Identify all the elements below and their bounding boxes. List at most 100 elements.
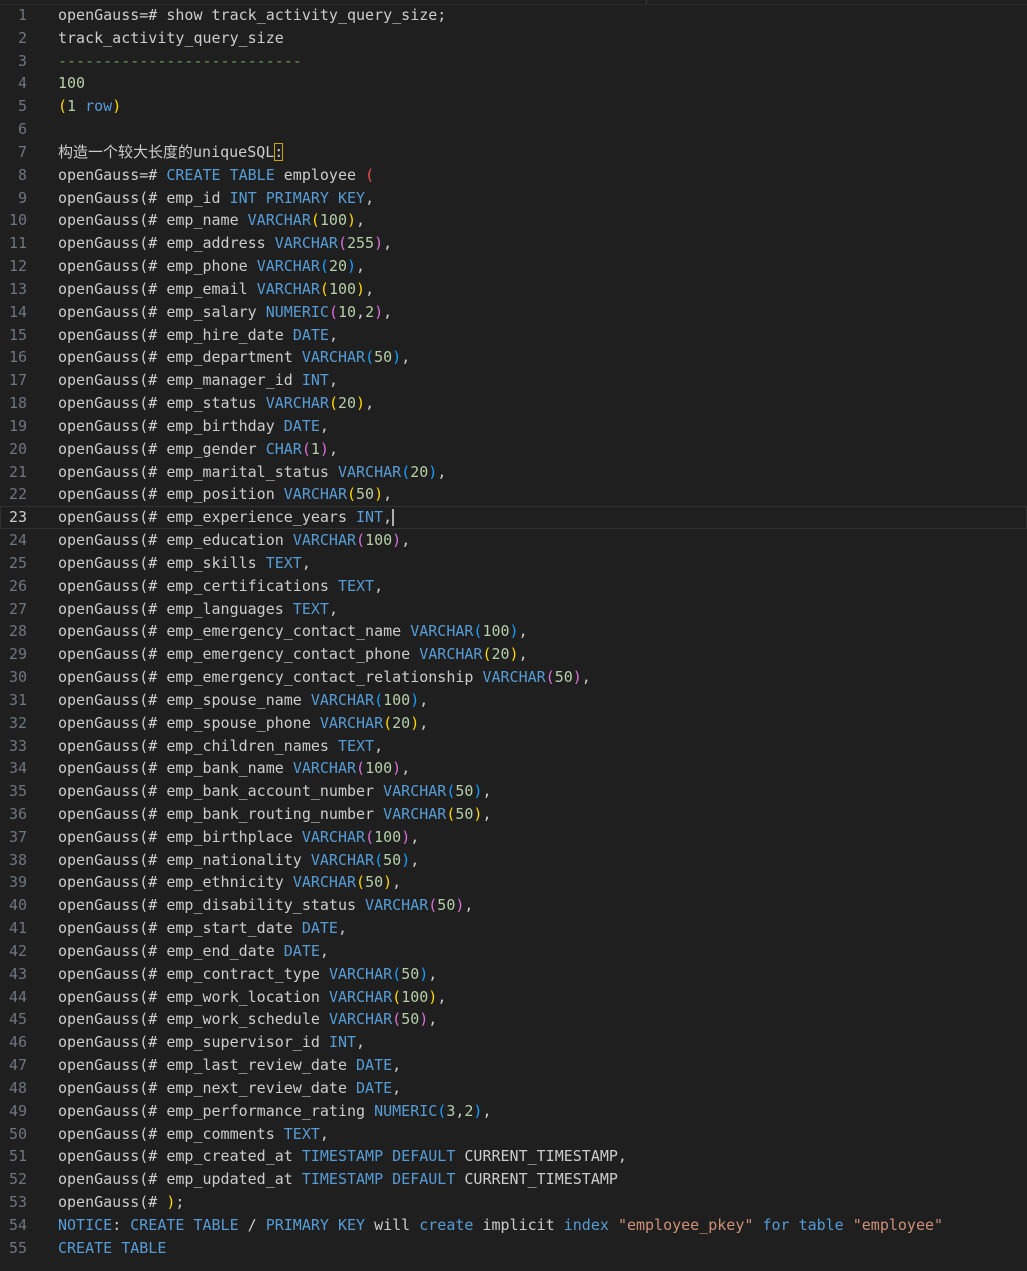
code-token: NOTICE [58,1215,113,1234]
code-line[interactable]: 18 openGauss(# emp_status VARCHAR(20), [0,392,1027,415]
code-line[interactable]: 43 openGauss(# emp_contract_type VARCHAR(… [0,963,1027,986]
line-code: openGauss(# emp_supervisor_id INT, [58,1031,365,1054]
code-token: VARCHAR [482,668,546,687]
code-line[interactable]: 1 openGauss=# show track_activity_query_s… [0,4,1027,27]
code-line[interactable]: 39 openGauss(# emp_ethnicity VARCHAR(50), [0,871,1027,894]
code-line[interactable]: 25 openGauss(# emp_skills TEXT, [0,552,1027,575]
code-token: openGauss(# emp_bank_routing_number [58,804,384,823]
code-line[interactable]: 4 100 [0,72,1027,95]
code-token: , [365,188,375,207]
code-token: uniqueSQL [193,142,275,161]
code-token: , [356,302,366,321]
code-token: PRIMARY [265,188,329,207]
line-code: openGauss(# emp_salary NUMERIC(10,2), [58,301,392,324]
code-line[interactable]: 24 openGauss(# emp_education VARCHAR(100)… [0,529,1027,552]
line-number: 46 [8,1033,27,1052]
code-line[interactable]: 35 openGauss(# emp_bank_account_number VA… [0,780,1027,803]
line-code: openGauss(# emp_contract_type VARCHAR(50… [58,963,437,986]
code-token: , [319,941,329,960]
code-line[interactable]: 40 openGauss(# emp_disability_status VARC… [0,894,1027,917]
code-line[interactable]: 13 openGauss(# emp_email VARCHAR(100), [0,278,1027,301]
code-line[interactable]: 29 openGauss(# emp_emergency_contact_phon… [0,643,1027,666]
code-token: ) [347,257,357,276]
code-token: VARCHAR [292,759,357,778]
code-token: DATE [356,1078,393,1097]
code-line[interactable]: 3 --------------------------- [0,50,1027,73]
code-line[interactable]: 14 openGauss(# emp_salary NUMERIC(10,2), [0,301,1027,324]
code-line[interactable]: 54 NOTICE: CREATE TABLE / PRIMARY KEY wil… [0,1214,1027,1237]
code-token: ) [419,964,429,983]
code-line[interactable]: 11 openGauss(# emp_address VARCHAR(255), [0,232,1027,255]
code-line[interactable]: 20 openGauss(# emp_gender CHAR(1), [0,438,1027,461]
code-line[interactable]: 21 openGauss(# emp_marital_status VARCHAR… [0,461,1027,484]
code-token: , [419,690,429,709]
code-line[interactable]: 23 openGauss(# emp_experience_years INT, [0,506,1027,530]
code-line[interactable]: 15 openGauss(# emp_hire_date DATE, [0,324,1027,347]
code-line[interactable]: 7 构造一个较大长度的uniqueSQL: [0,141,1027,164]
code-token: openGauss(# emp_start_date [58,919,302,938]
code-line[interactable]: 30 openGauss(# emp_emergency_contact_rela… [0,666,1027,689]
code-line[interactable]: 12 openGauss(# emp_phone VARCHAR(20), [0,255,1027,278]
code-line[interactable]: 44 openGauss(# emp_work_location VARCHAR(… [0,986,1027,1009]
code-token: , [428,1010,438,1029]
code-line[interactable]: 37 openGauss(# emp_birthplace VARCHAR(100… [0,826,1027,849]
editor-lines[interactable]: 1 openGauss=# show track_activity_query_s… [0,4,1027,1260]
code-line[interactable]: 2 track_activity_query_size [0,27,1027,50]
code-token: VARCHAR [256,257,320,276]
code-line[interactable]: 49 openGauss(# emp_performance_rating NUM… [0,1100,1027,1123]
code-line[interactable]: 50 openGauss(# emp_comments TEXT, [0,1123,1027,1146]
code-line[interactable]: 34 openGauss(# emp_bank_name VARCHAR(100)… [0,757,1027,780]
code-token: , [410,850,420,869]
code-line[interactable]: 16 openGauss(# emp_department VARCHAR(50)… [0,346,1027,369]
code-line[interactable]: 6 [0,118,1027,141]
line-number: 52 [8,1170,27,1189]
code-token: ( [374,690,384,709]
code-line[interactable]: 5 (1 row) [0,95,1027,118]
code-line[interactable]: 38 openGauss(# emp_nationality VARCHAR(50… [0,849,1027,872]
code-line[interactable]: 55 CREATE TABLE [0,1237,1027,1260]
code-editor[interactable]: 1 openGauss=# show track_activity_query_s… [0,0,1027,1271]
code-token: openGauss(# emp_performance_rating [58,1101,375,1120]
code-token: CREATE [130,1215,185,1234]
code-line[interactable]: 31 openGauss(# emp_spouse_name VARCHAR(10… [0,689,1027,712]
line-number: 40 [8,896,27,915]
code-line[interactable]: 8 openGauss=# CREATE TABLE employee ( [0,164,1027,187]
code-line[interactable]: 27 openGauss(# emp_languages TEXT, [0,598,1027,621]
code-line[interactable]: 36 openGauss(# emp_bank_routing_number VA… [0,803,1027,826]
code-line[interactable]: 22 openGauss(# emp_position VARCHAR(50), [0,483,1027,506]
code-token: openGauss(# emp_phone [58,257,257,276]
code-line[interactable]: 53 openGauss(# ); [0,1191,1027,1214]
code-token: ) [374,485,384,504]
code-token: table [798,1215,844,1234]
line-number: 48 [8,1078,27,1097]
line-code: openGauss(# emp_emergency_contact_relati… [58,666,591,689]
code-line[interactable]: 10 openGauss(# emp_name VARCHAR(100), [0,209,1027,232]
code-line[interactable]: 42 openGauss(# emp_end_date DATE, [0,940,1027,963]
code-line[interactable]: 46 openGauss(# emp_supervisor_id INT, [0,1031,1027,1054]
line-number: 35 [8,782,27,801]
line-number: 21 [8,462,27,481]
code-token: NUMERIC [374,1101,438,1120]
code-line[interactable]: 45 openGauss(# emp_work_schedule VARCHAR(… [0,1008,1027,1031]
line-code: openGauss(# emp_gender CHAR(1), [58,438,338,461]
line-code: openGauss(# emp_performance_rating NUMER… [58,1100,491,1123]
code-line[interactable]: 9 openGauss(# emp_id INT PRIMARY KEY, [0,187,1027,210]
code-line[interactable]: 32 openGauss(# emp_spouse_phone VARCHAR(2… [0,712,1027,735]
code-line[interactable]: 48 openGauss(# emp_next_review_date DATE, [0,1077,1027,1100]
code-token: , [383,508,393,527]
code-line[interactable]: 17 openGauss(# emp_manager_id INT, [0,369,1027,392]
code-token: TIMESTAMP [301,1147,384,1166]
code-token: VARCHAR [365,896,429,915]
code-line[interactable]: 28 openGauss(# emp_emergency_contact_name… [0,620,1027,643]
code-line[interactable]: 52 openGauss(# emp_updated_at TIMESTAMP D… [0,1168,1027,1191]
code-line[interactable]: 19 openGauss(# emp_birthday DATE, [0,415,1027,438]
code-line[interactable]: 51 openGauss(# emp_created_at TIMESTAMP D… [0,1145,1027,1168]
code-line[interactable]: 33 openGauss(# emp_children_names TEXT, [0,735,1027,758]
code-token: , [428,964,438,983]
code-line[interactable]: 26 openGauss(# emp_certifications TEXT, [0,575,1027,598]
code-line[interactable]: 47 openGauss(# emp_last_review_date DATE, [0,1054,1027,1077]
code-line[interactable]: 41 openGauss(# emp_start_date DATE, [0,917,1027,940]
code-token: openGauss(# emp_status [58,394,266,413]
code-token: VARCHAR [337,462,402,481]
line-number: 38 [8,850,27,869]
